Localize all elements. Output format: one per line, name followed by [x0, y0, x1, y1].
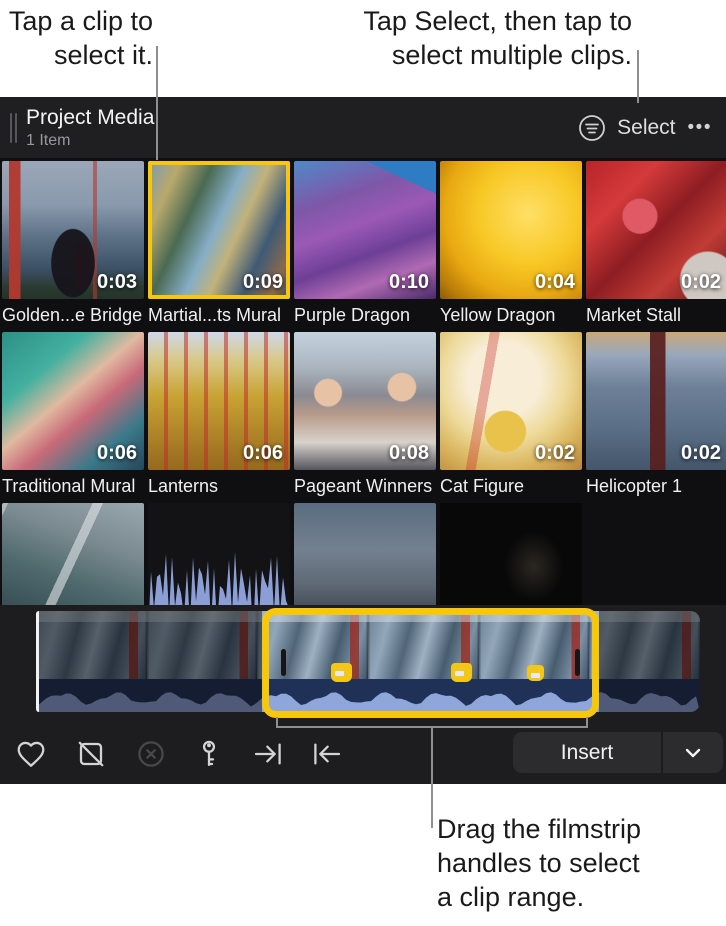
media-thumb-market-stall[interactable]: 0:02: [586, 161, 726, 299]
media-cell: 0:06 Lanterns: [148, 332, 290, 503]
header-text: Project Media 1 Item: [26, 105, 154, 150]
clip-name: Purple Dragon: [294, 299, 436, 332]
clip-name: Helicopter 1: [586, 470, 726, 503]
callout-top-right: Tap Select, then tap to select multiple …: [312, 4, 632, 72]
media-cell: [148, 503, 290, 605]
clip-name: Market Stall: [586, 299, 726, 332]
clip-duration: 0:02: [681, 271, 721, 294]
filmstrip-section: Insert: [0, 605, 726, 784]
media-cell: 0:03 Golden...e Bridge: [2, 161, 144, 332]
insert-button[interactable]: Insert: [513, 732, 661, 773]
panel-drag-handle[interactable]: [10, 113, 17, 143]
media-thumb-helicopter[interactable]: 0:02: [586, 332, 726, 470]
media-cell: 0:02 Cat Figure: [440, 332, 582, 503]
media-thumb-bay-aerial[interactable]: [2, 503, 144, 605]
media-cell: 0:02 Market Stall: [586, 161, 726, 332]
clip-duration: 0:02: [681, 442, 721, 465]
clip-duration: 0:04: [535, 271, 575, 294]
screenshot-canvas: Tap a clip to select it. Tap Select, the…: [0, 0, 726, 926]
media-grid: 0:03 Golden...e Bridge 0:09 Martial...ts…: [0, 158, 726, 605]
right-trim-handle[interactable]: [575, 649, 580, 676]
media-thumb-martial-arts-mural-selected[interactable]: 0:09: [148, 161, 290, 299]
more-button[interactable]: •••: [688, 117, 712, 139]
media-cell: 0:10 Purple Dragon: [294, 161, 436, 332]
trim-to-end-icon[interactable]: [246, 730, 290, 778]
callout-line-right: [637, 50, 639, 103]
panel-title: Project Media: [26, 105, 154, 130]
media-thumb-purple-dragon[interactable]: 0:10: [294, 161, 436, 299]
media-cell: 0:08 Pageant Winners: [294, 332, 436, 503]
left-trim-handle[interactable]: [281, 649, 286, 676]
clip-name: Pageant Winners: [294, 470, 436, 503]
range-selection-box[interactable]: [262, 608, 599, 718]
media-thumb-golden-gate-bridge[interactable]: 0:03: [2, 161, 144, 299]
clip-duration: 0:06: [97, 442, 137, 465]
callout-line2: select it.: [0, 38, 153, 72]
unselected-dim-left: [36, 611, 262, 712]
callout-line1: Drag the filmstrip: [437, 812, 697, 846]
media-cell: 0:04 Yellow Dragon: [440, 161, 582, 332]
callout-bottom: Drag the filmstrip handles to select a c…: [437, 812, 697, 914]
media-thumb-pageant-winners[interactable]: 0:08: [294, 332, 436, 470]
select-button[interactable]: Select: [617, 116, 675, 140]
media-thumb-lanterns[interactable]: 0:06: [148, 332, 290, 470]
clip-duration: 0:03: [97, 271, 137, 294]
clip-duration: 0:09: [243, 271, 283, 294]
bracket-line-drop: [431, 726, 433, 828]
media-thumb-audio-waveform[interactable]: [148, 503, 290, 605]
unselected-dim-right: [599, 611, 700, 712]
callout-line1: Tap a clip to: [0, 4, 153, 38]
frame-object-marker: [527, 665, 544, 681]
media-cell: 0:02 Helicopter 1: [586, 332, 726, 503]
callout-line2: select multiple clips.: [312, 38, 632, 72]
media-cell: [2, 503, 144, 605]
callout-line1: Tap Select, then tap to: [312, 4, 632, 38]
clip-toolbar: Insert: [0, 728, 726, 784]
insert-options-button[interactable]: [663, 732, 723, 773]
callout-top-left: Tap a clip to select it.: [0, 4, 153, 72]
clip-name: Martial...ts Mural: [148, 299, 290, 332]
clip-name: Lanterns: [148, 470, 290, 503]
delete-circle-icon[interactable]: [129, 730, 173, 778]
insert-control: Insert: [513, 732, 723, 773]
media-cell: [294, 503, 436, 605]
media-thumb-cat-figure[interactable]: 0:02: [440, 332, 582, 470]
chevron-down-icon: [680, 740, 706, 766]
callout-line3: a clip range.: [437, 880, 697, 914]
browser-header: Project Media 1 Item Select •••: [0, 97, 726, 158]
reject-frame-icon[interactable]: [69, 730, 113, 778]
media-cell: [440, 503, 582, 605]
header-actions: Select •••: [577, 113, 712, 143]
media-cell: 0:06 Traditional Mural: [2, 332, 144, 503]
clip-name: Yellow Dragon: [440, 299, 582, 332]
clip-duration: 0:08: [389, 442, 429, 465]
item-count: 1 Item: [26, 131, 154, 150]
clip-duration: 0:10: [389, 271, 429, 294]
callout-line2: handles to select: [437, 846, 697, 880]
trim-to-start-icon[interactable]: [305, 730, 349, 778]
frame-object-marker: [451, 663, 472, 682]
clip-name: Golden...e Bridge: [2, 299, 144, 332]
clip-duration: 0:02: [535, 442, 575, 465]
playhead[interactable]: [36, 611, 39, 712]
media-thumb-dark-clip[interactable]: [440, 503, 582, 605]
favorite-heart-icon[interactable]: [9, 730, 53, 778]
frame-object-marker: [331, 663, 352, 682]
keyword-key-icon[interactable]: [187, 730, 231, 778]
media-cell: 0:09 Martial...ts Mural: [148, 161, 290, 332]
filter-icon[interactable]: [577, 113, 607, 143]
clip-name: Cat Figure: [440, 470, 582, 503]
media-thumb-yellow-dragon[interactable]: 0:04: [440, 161, 582, 299]
media-browser: Project Media 1 Item Select •••: [0, 97, 726, 784]
clip-name: Traditional Mural: [2, 470, 144, 503]
callout-line-left: [156, 46, 158, 160]
media-thumb-traditional-mural[interactable]: 0:06: [2, 332, 144, 470]
media-thumb-city-hall[interactable]: [294, 503, 436, 605]
clip-duration: 0:06: [243, 442, 283, 465]
